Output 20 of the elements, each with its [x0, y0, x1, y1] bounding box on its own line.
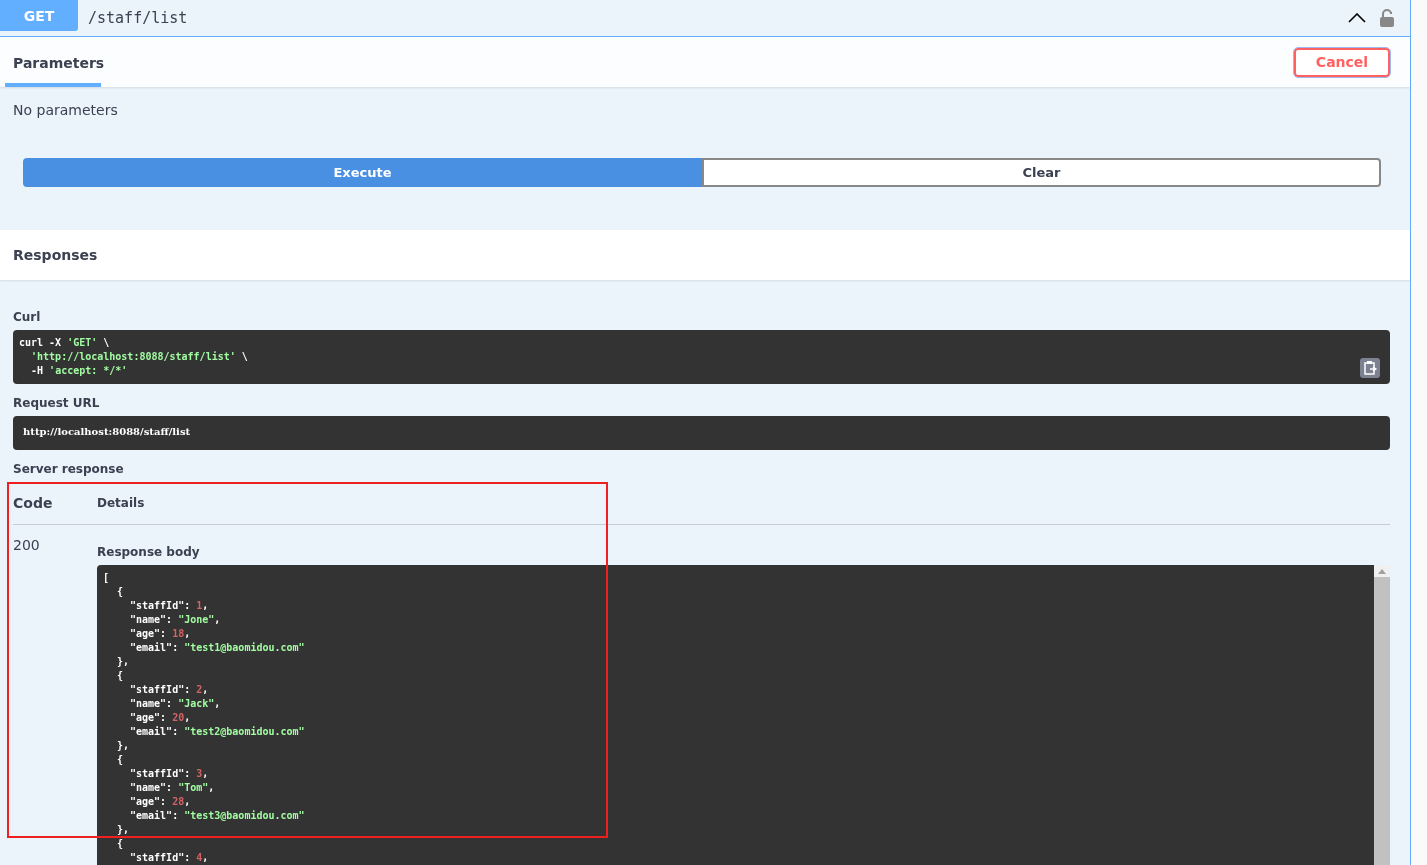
curl-command-block: curl -X 'GET' \ 'http://localhost:8088/staff/list' \ -H 'accept: */*': [13, 330, 1390, 384]
response-body-block: [ { "staffId": 1, "name": "Jone", "age": 18, "email": "test1@baomidou.com" }, { "staffId": 2, "name": "Jack", "age": 20, "email": "test2@baomidou.com" }, { "staffId": 3, "name": "Tom", "age": 28, "email": "test3@baomidou.com" }, { "staffId": 4,: [97, 565, 1374, 865]
responses-heading: Responses: [13, 247, 98, 263]
request-url-label: Request URL: [13, 396, 101, 410]
request-url-value: http://localhost:8088/staff/list: [13, 416, 1390, 450]
scrollbar[interactable]: [1374, 565, 1390, 865]
scroll-up-arrow-icon[interactable]: [1378, 568, 1386, 574]
column-header: Details: [97, 496, 145, 510]
collapse-chevron-icon[interactable]: [1348, 13, 1366, 23]
no-parameters-text: No parameters: [13, 102, 119, 118]
endpoint-path: /staff/list: [88, 9, 188, 27]
response-body-label: Response body: [97, 545, 201, 559]
http-method-badge: GET: [0, 0, 78, 31]
curl-label: Curl: [13, 310, 42, 324]
column-header: Code: [13, 495, 54, 511]
status-code: 200: [13, 537, 41, 555]
copy-clipboard-icon[interactable]: [1360, 358, 1380, 378]
server-response-label: Server response: [13, 462, 125, 476]
clear-button[interactable]: Clear: [702, 158, 1381, 187]
unlocked-padlock-icon[interactable]: [1380, 9, 1394, 27]
